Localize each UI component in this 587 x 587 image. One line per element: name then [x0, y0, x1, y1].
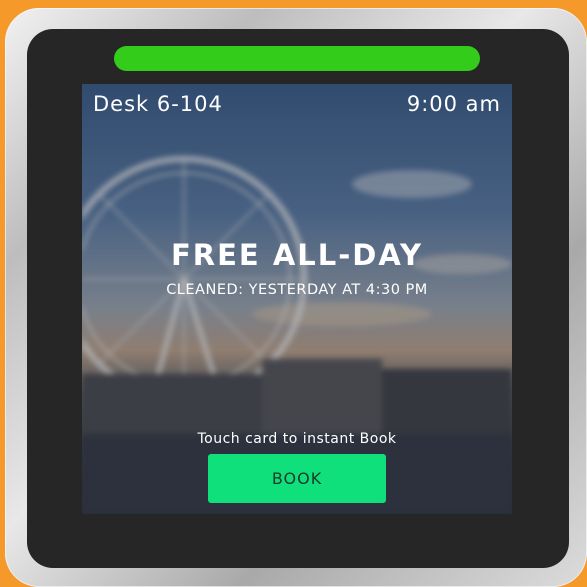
photo-dim-overlay [82, 84, 512, 514]
availability-status: FREE ALL-DAY [170, 238, 424, 272]
availability-status-light [114, 46, 480, 71]
booking-hint: Touch card to instant Book [197, 431, 397, 447]
book-button[interactable]: BOOK [208, 454, 386, 503]
booking-card[interactable]: Desk 6-104 9:00 am FREE ALL-DAY CLEANED:… [82, 84, 512, 514]
cleaned-status: CLEANED: YESTERDAY AT 4:30 PM [166, 282, 428, 298]
desk-name: Desk 6-104 [93, 92, 223, 116]
current-time: 9:00 am [406, 92, 501, 116]
